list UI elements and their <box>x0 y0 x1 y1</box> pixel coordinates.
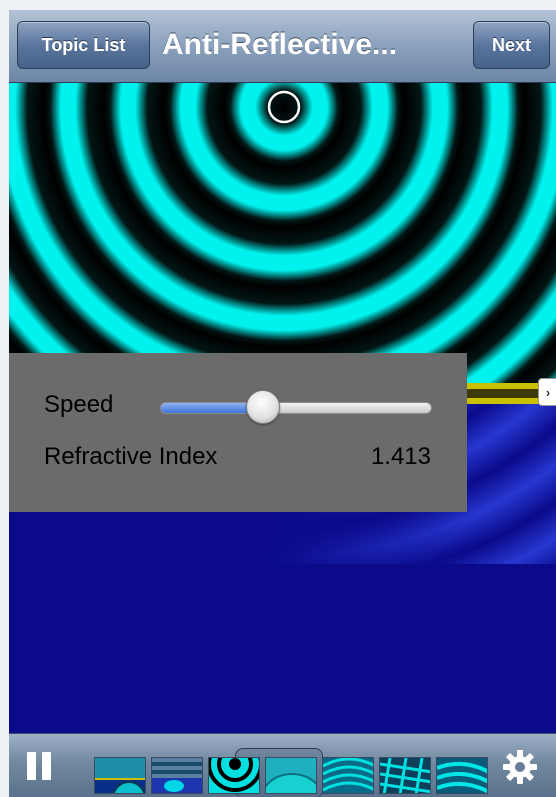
gear-glyph <box>503 750 537 784</box>
thumb-7[interactable] <box>436 757 488 794</box>
speed-label: Speed <box>44 391 114 418</box>
slider-track[interactable] <box>160 402 432 414</box>
thumb-3[interactable] <box>208 757 260 794</box>
thumbnail-strip <box>94 757 498 797</box>
wave-field <box>9 83 556 383</box>
gear-icon[interactable] <box>502 749 538 785</box>
pause-icon[interactable] <box>27 752 53 780</box>
thumb-5[interactable] <box>322 757 374 794</box>
control-panel: Speed Refractive Index 1.413 <box>9 353 467 512</box>
thumbnail-image-4 <box>266 758 316 793</box>
pause-bar-left <box>27 752 36 780</box>
thumb-6[interactable] <box>379 757 431 794</box>
refractive-index-value: 1.413 <box>370 443 431 470</box>
topic-list-button[interactable]: Topic List <box>17 21 150 69</box>
thumb-1[interactable] <box>94 757 146 794</box>
thumbnail-image-1 <box>95 758 145 793</box>
chevron-right-icon[interactable]: › <box>538 378 556 406</box>
page-title: Anti-Reflective... <box>162 28 398 61</box>
slider-thumb[interactable] <box>245 390 280 424</box>
bottom-toolbar <box>9 733 556 797</box>
pause-bar-right <box>42 752 51 780</box>
next-button[interactable]: Next <box>473 21 550 69</box>
thumbnail-image-2 <box>152 758 202 793</box>
thumb-4[interactable] <box>265 757 317 794</box>
refractive-index-label: Refractive Index <box>44 443 218 470</box>
thumb-2[interactable] <box>151 757 203 794</box>
thumbnail-image-5 <box>323 758 373 793</box>
thumbnail-image-6 <box>380 758 430 793</box>
app-frame: Topic List Anti-Reflective... Next › Spe… <box>9 10 556 797</box>
thumbnail-image-3 <box>209 758 259 793</box>
thumbnail-image-7 <box>437 758 487 793</box>
speed-slider[interactable] <box>160 390 432 426</box>
navigation-bar: Topic List Anti-Reflective... Next <box>9 10 556 83</box>
